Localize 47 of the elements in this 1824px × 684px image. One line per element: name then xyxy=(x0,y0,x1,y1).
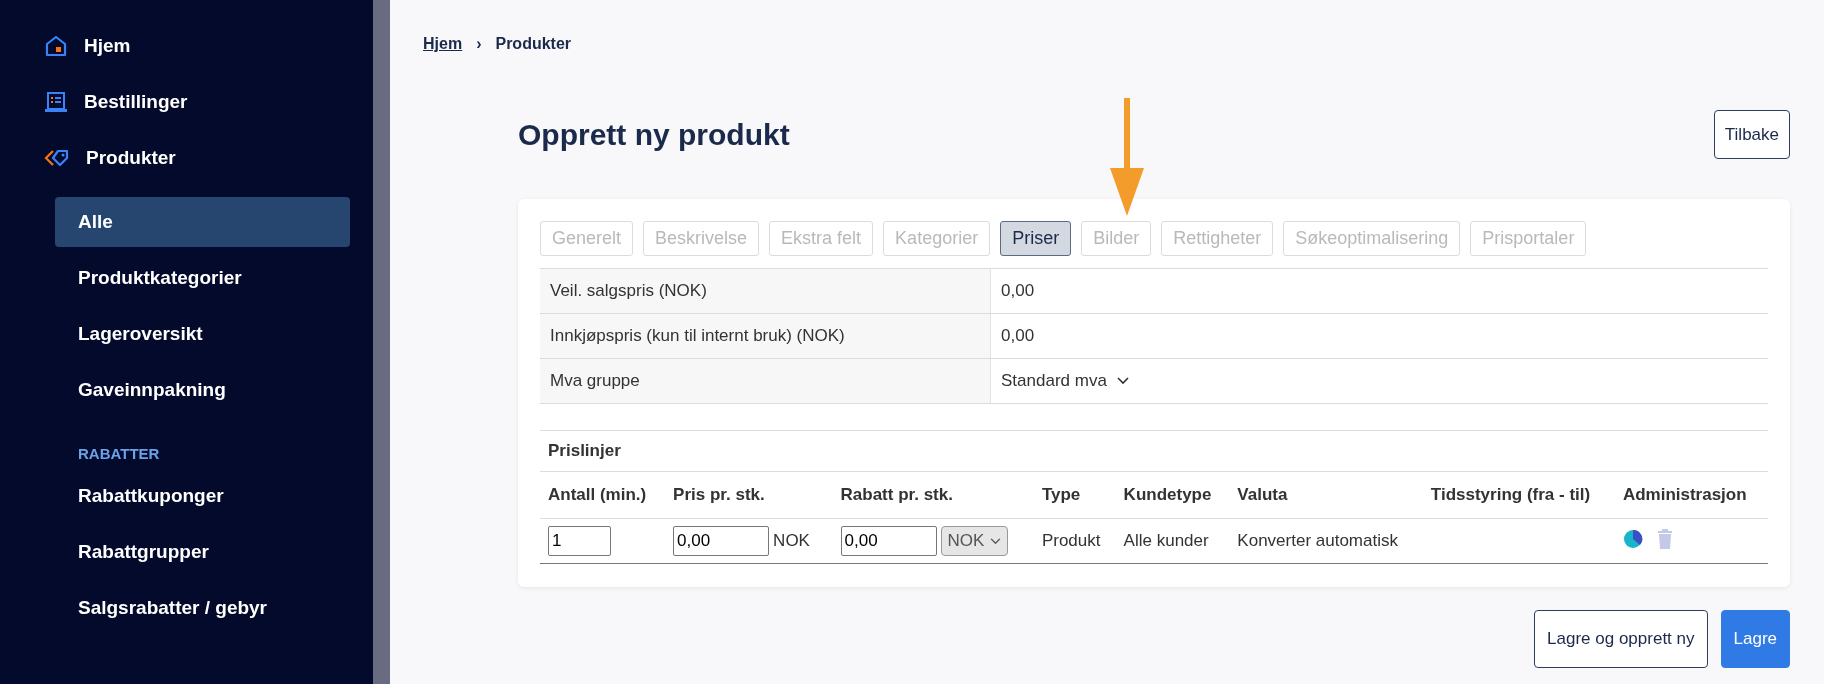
column-header: Rabatt pr. stk. xyxy=(832,471,1034,519)
section-heading: RABATTER xyxy=(78,443,161,464)
field-value[interactable]: 0,00 xyxy=(990,313,1768,359)
chevron-down-icon xyxy=(1116,377,1129,385)
nav-item[interactable]: Produkter xyxy=(86,147,176,169)
table-cell: Konverter automatisk xyxy=(1229,518,1423,564)
chevron-down-icon xyxy=(990,537,1002,545)
nav-item[interactable]: Bestillinger xyxy=(84,91,188,113)
field-label: Innkjøpspris (kun til internt bruk) (NOK) xyxy=(540,313,991,359)
breadcrumb-text: › xyxy=(476,35,482,53)
nav-item[interactable]: Hjem xyxy=(84,35,131,57)
price-input[interactable]: 0,00 xyxy=(673,526,770,556)
column-header: Tidsstyring (fra - til) xyxy=(1422,471,1615,519)
breadcrumb-text: Produkter xyxy=(495,35,572,53)
currency-label: NOK xyxy=(773,531,810,550)
tab[interactable]: Priser xyxy=(1000,221,1072,256)
discount-input[interactable]: 0,00 xyxy=(840,525,937,556)
table-cell: Produkt xyxy=(1033,518,1116,564)
house-icon xyxy=(44,34,68,58)
column-header: Valuta xyxy=(1229,471,1423,519)
page-title: Opprett ny produkt xyxy=(518,117,790,152)
nav-subitem[interactable]: Rabattgrupper xyxy=(55,524,350,580)
nav-subitem[interactable]: Lageroversikt xyxy=(55,306,350,362)
save-and-new-button[interactable]: Lagre og opprett ny xyxy=(1534,610,1708,668)
list-document-icon xyxy=(44,90,68,114)
column-header: Kundetype xyxy=(1115,471,1230,519)
nav-subitem[interactable]: Salgsrabatter / gebyr xyxy=(55,580,350,636)
field-label: Mva gruppe xyxy=(540,358,991,404)
save-button[interactable]: Lagre xyxy=(1720,610,1790,668)
vat-group-select[interactable]: Standard mva xyxy=(1001,371,1129,391)
column-header: Antall (min.) xyxy=(540,471,666,519)
back-button[interactable]: Tilbake xyxy=(1713,110,1790,159)
currency-select[interactable]: NOK xyxy=(940,526,1009,557)
breadcrumb-link[interactable]: Hjem xyxy=(423,35,463,53)
column-header: Type xyxy=(1033,471,1116,519)
nav-subitem[interactable]: Rabattkuponger xyxy=(55,468,350,524)
field-value[interactable]: 0,00 xyxy=(990,268,1768,314)
column-header: Administrasjon xyxy=(1614,471,1768,519)
nav-subitem[interactable]: Gaveinnpakning xyxy=(55,362,350,418)
field-label: Veil. salgspris (NOK) xyxy=(540,268,991,314)
quantity-input[interactable]: 1 xyxy=(548,526,611,556)
column-header: Pris pr. stk. xyxy=(665,471,833,519)
nav-subitem[interactable]: Produktkategorier xyxy=(55,250,350,306)
nav-subitem[interactable]: Alle xyxy=(55,197,350,247)
table-cell: Alle kunder xyxy=(1115,518,1230,564)
pie-chart-icon[interactable] xyxy=(1622,528,1643,549)
section-title: Prislinjer xyxy=(540,430,1768,472)
